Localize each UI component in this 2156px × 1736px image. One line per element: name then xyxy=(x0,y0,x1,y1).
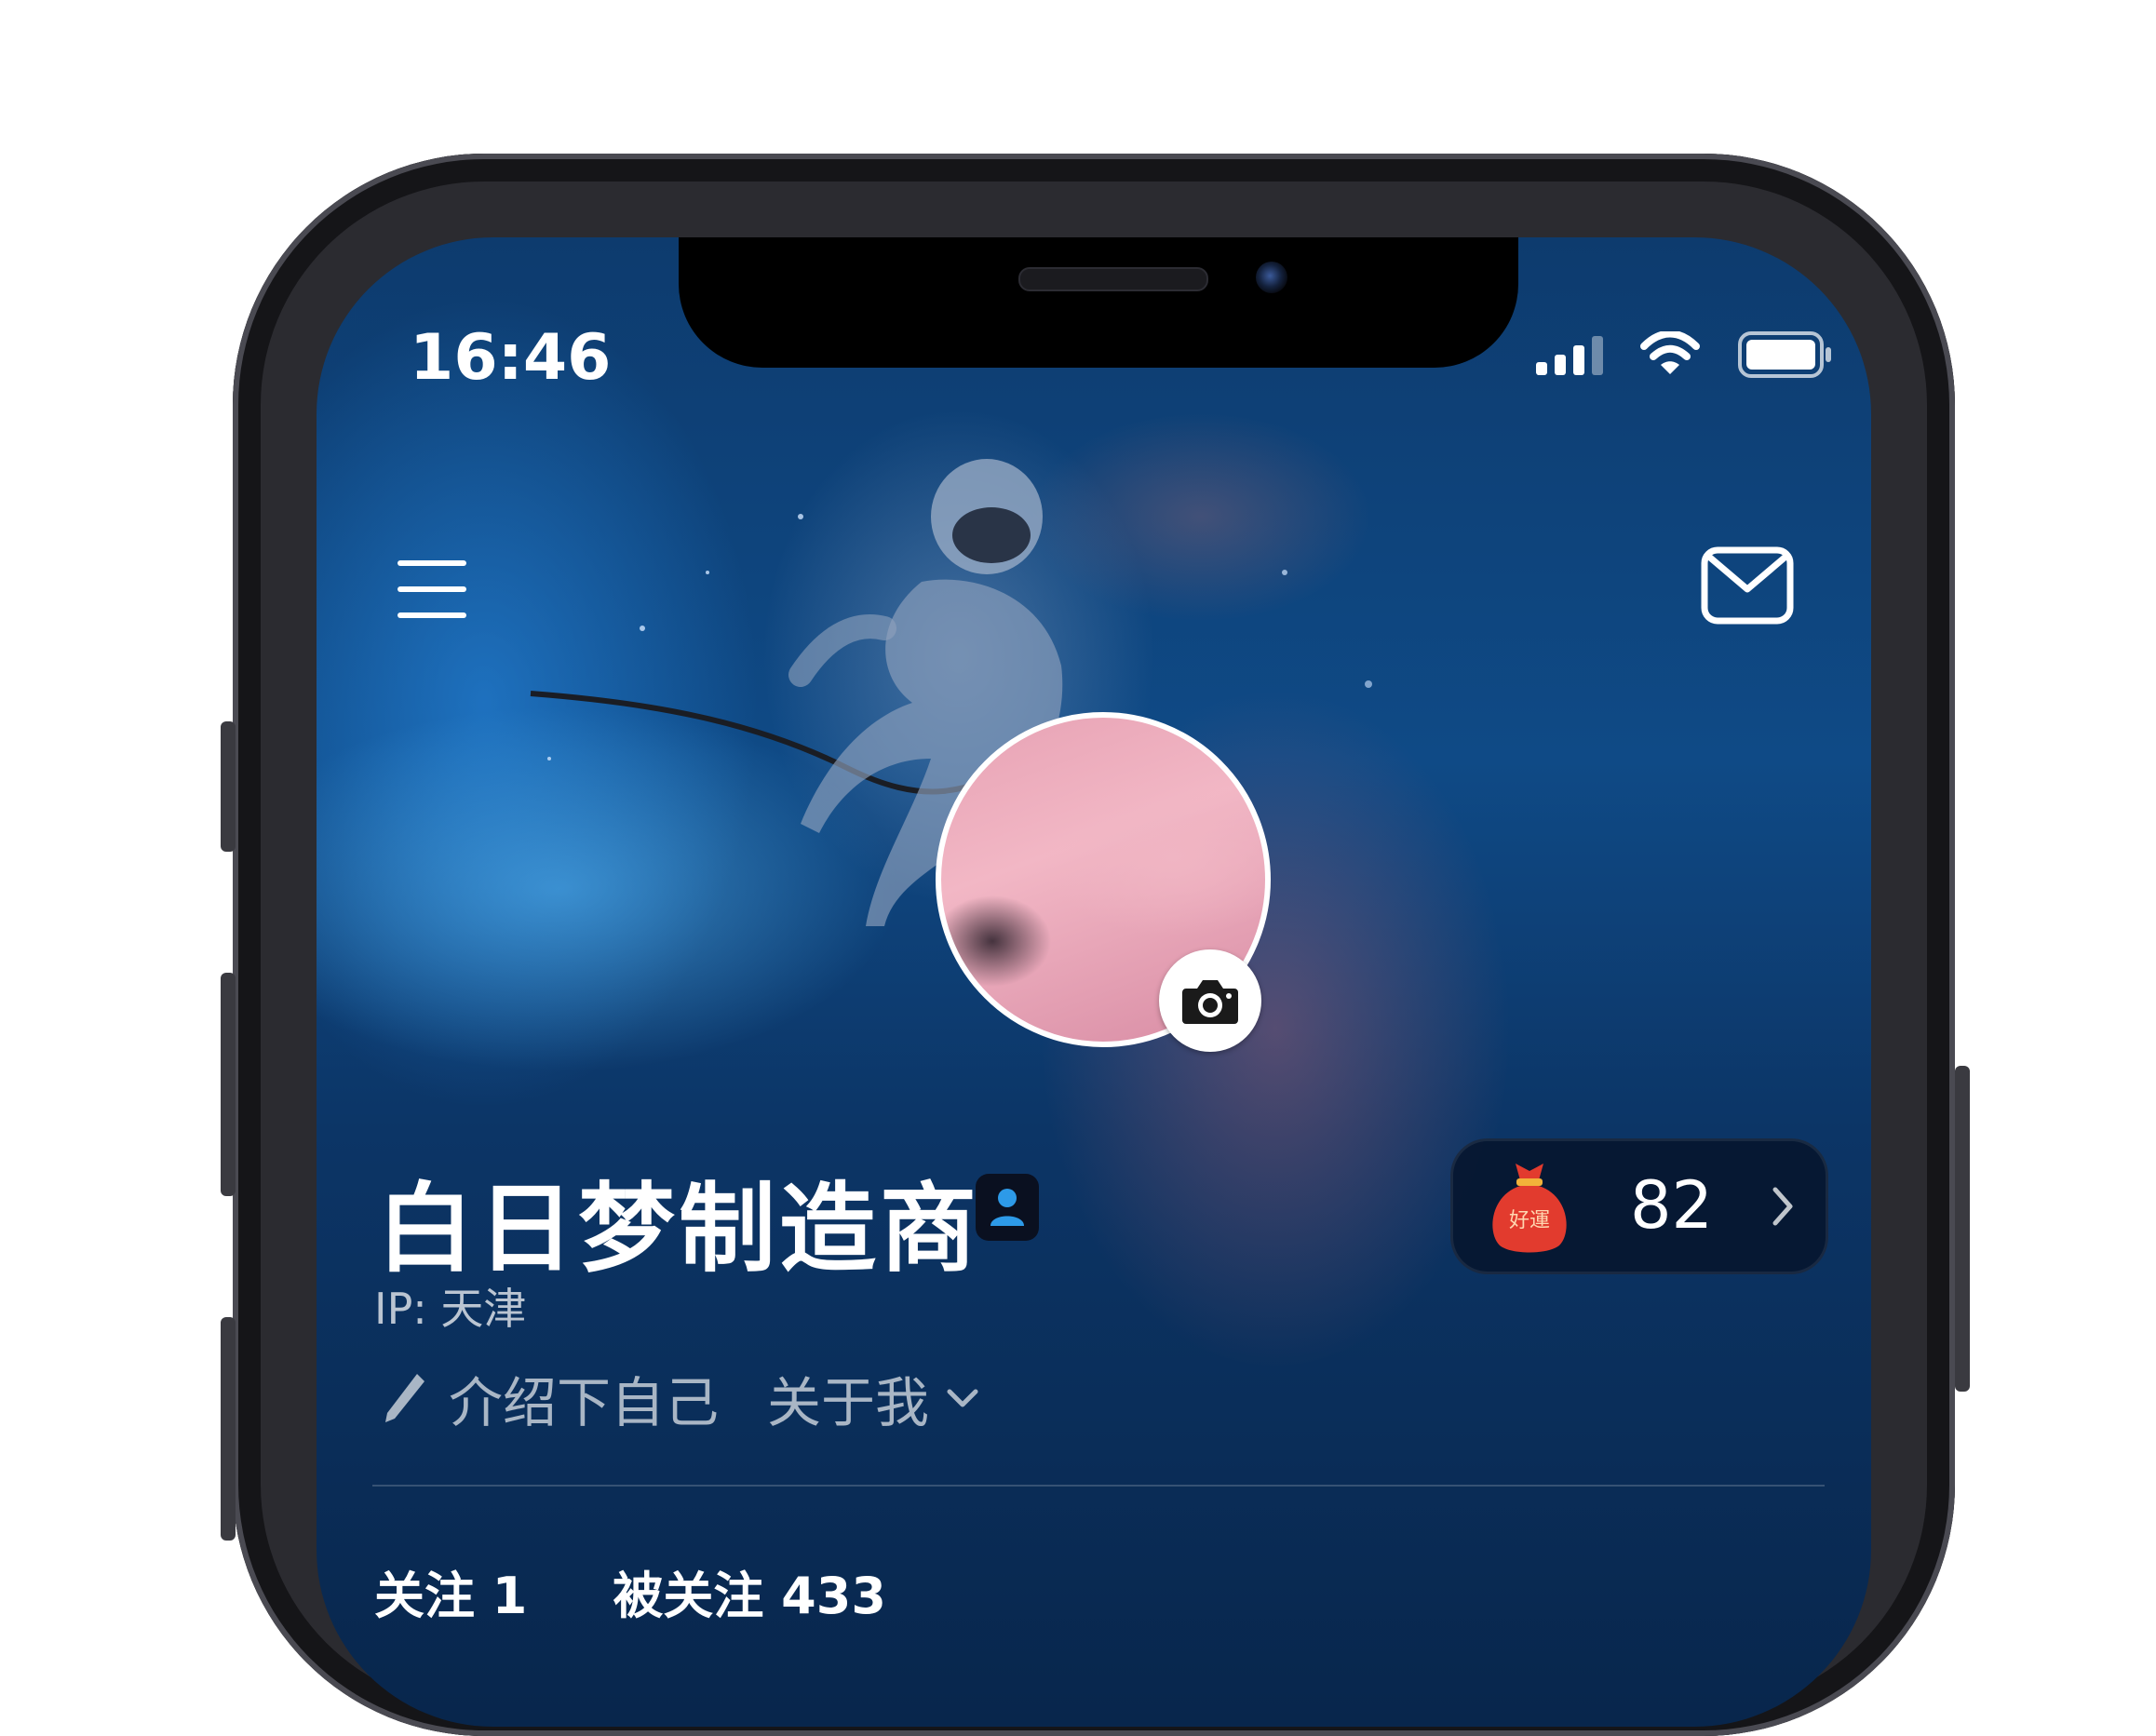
lucky-bag-text: 好運 xyxy=(1509,1209,1550,1232)
camera-icon xyxy=(1182,980,1238,1024)
front-camera xyxy=(1256,262,1287,293)
mail-icon[interactable] xyxy=(1701,545,1794,628)
about-me-toggle[interactable]: 关于我 xyxy=(767,1359,979,1437)
signal-icon xyxy=(1536,334,1603,375)
phone-side-button-volume-down xyxy=(221,1317,236,1541)
phone-side-button-silent xyxy=(221,721,236,852)
status-bar-time: 16:46 xyxy=(410,321,612,395)
chevron-right-icon xyxy=(1772,1187,1793,1226)
status-bar-icons xyxy=(1536,330,1834,379)
chevron-down-icon xyxy=(947,1389,978,1407)
lucky-bag-icon: 好運 xyxy=(1492,1164,1567,1253)
hamburger-menu-icon[interactable] xyxy=(396,558,470,624)
stats-row: 关注 1 被关注 433 xyxy=(374,1554,886,1628)
pencil-icon xyxy=(385,1374,424,1422)
followers-count[interactable]: 被关注 433 xyxy=(613,1554,886,1628)
luck-value: 82 xyxy=(1630,1167,1714,1244)
phone-side-button-power xyxy=(1955,1066,1970,1392)
about-me-label: 关于我 xyxy=(767,1371,930,1434)
earpiece-speaker xyxy=(1018,267,1208,291)
section-divider xyxy=(372,1485,1825,1487)
following-count[interactable]: 关注 1 xyxy=(374,1554,527,1628)
person-badge-icon[interactable] xyxy=(976,1174,1039,1241)
avatar-camera-button[interactable] xyxy=(1159,949,1261,1052)
notch xyxy=(679,237,1518,368)
bio-edit-link[interactable]: 介绍下自己 xyxy=(449,1359,719,1437)
bio-row: 介绍下自己 关于我 xyxy=(382,1359,979,1437)
battery-icon xyxy=(1738,331,1831,378)
wifi-icon xyxy=(1640,331,1700,374)
phone-side-button-volume-up xyxy=(221,973,236,1196)
ip-location: IP: 天津 xyxy=(374,1284,527,1334)
luck-card[interactable]: 好運 82 xyxy=(1450,1138,1828,1274)
profile-name: 白日梦制造商 xyxy=(377,1172,981,1285)
app-screen: 16:46 白日梦制造商 IP: 天津 介绍下自己 关于我 好運 82 关注 1… xyxy=(317,237,1871,1727)
